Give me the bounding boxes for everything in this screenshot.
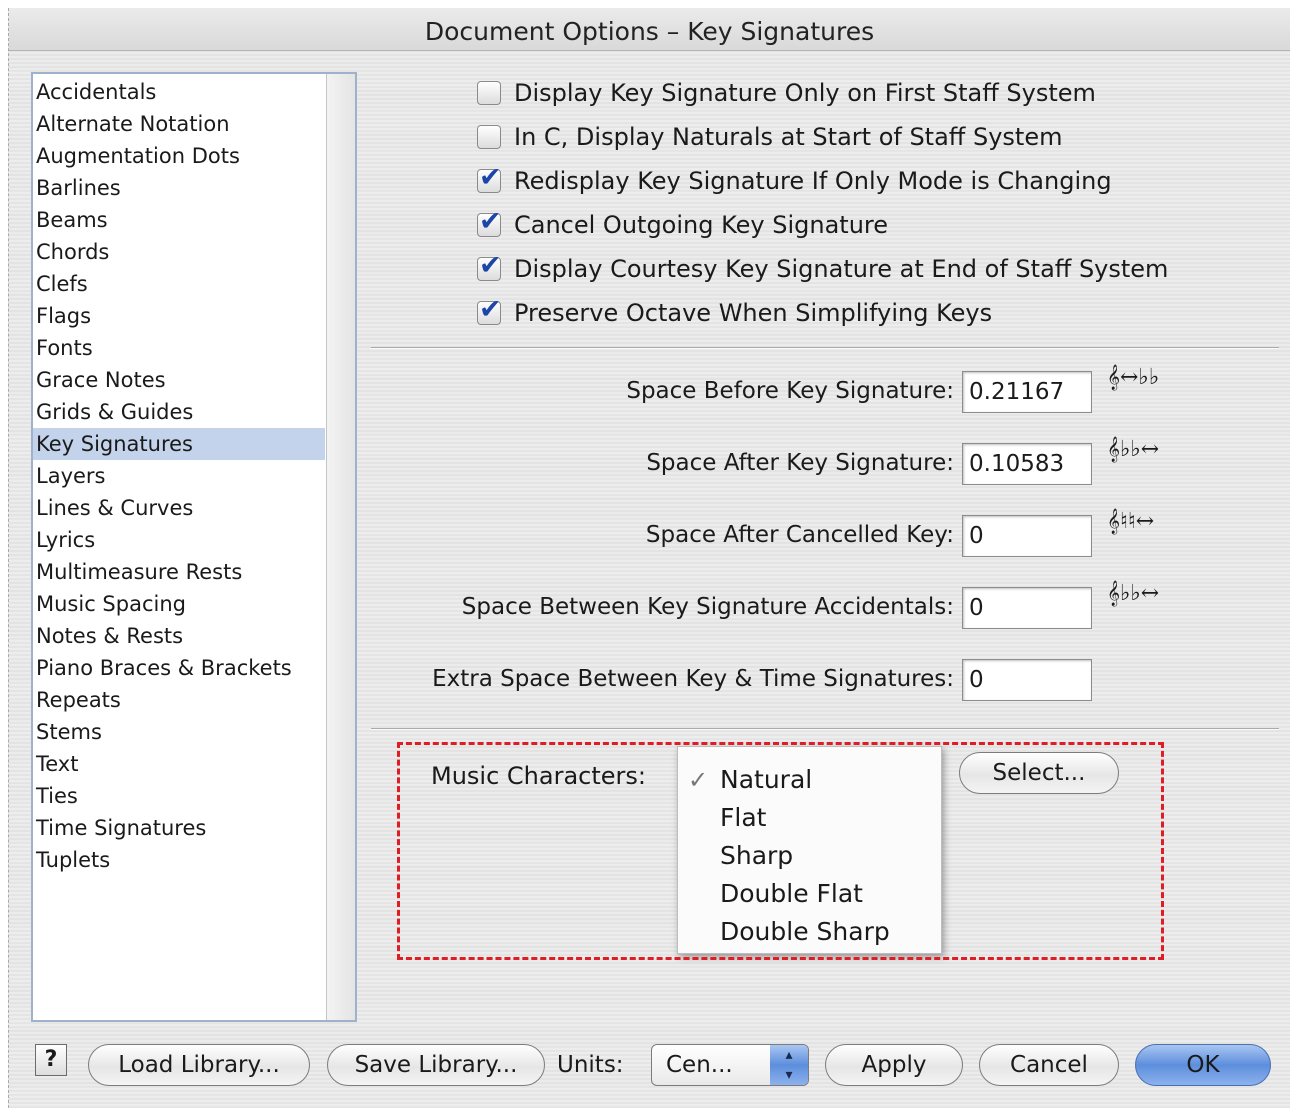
sidebar-item[interactable]: Chords	[33, 236, 325, 268]
sidebar-item[interactable]: Grids & Guides	[33, 396, 325, 428]
key-signature-spacing-icon: 𝄞♭♭↔	[1107, 437, 1160, 462]
sidebar-item[interactable]: Notes & Rests	[33, 620, 325, 652]
ok-button[interactable]: OK	[1135, 1044, 1271, 1086]
sidebar-item[interactable]: Music Spacing	[33, 588, 325, 620]
save-library-button[interactable]: Save Library...	[327, 1044, 545, 1086]
sidebar-item[interactable]: Barlines	[33, 172, 325, 204]
checkbox[interactable]	[477, 125, 501, 149]
spacing-field-label: Space After Key Signature:	[646, 450, 954, 476]
cancel-button[interactable]: Cancel	[979, 1044, 1119, 1086]
sidebar-item[interactable]: Augmentation Dots	[33, 140, 325, 172]
option-label: Display Key Signature Only on First Staf…	[514, 79, 1096, 107]
option-label: Preserve Octave When Simplifying Keys	[514, 299, 993, 327]
sidebar-item[interactable]: Fonts	[33, 332, 325, 364]
units-label: Units:	[557, 1052, 624, 1078]
spacing-field-label: Space Before Key Signature:	[626, 378, 954, 404]
sidebar-item[interactable]: Accidentals	[33, 76, 325, 108]
checkbox[interactable]	[477, 81, 501, 105]
sidebar-item[interactable]: Alternate Notation	[33, 108, 325, 140]
key-signature-spacing-icon: 𝄞↔♭♭	[1107, 365, 1160, 390]
sidebar-item[interactable]: Stems	[33, 716, 325, 748]
checkbox[interactable]	[477, 248, 502, 284]
spacing-field-input[interactable]: 0.10583	[962, 443, 1092, 485]
separator-top	[371, 347, 1279, 349]
document-options-window: Document Options – Key Signatures Accide…	[8, 8, 1290, 1108]
option-label: Cancel Outgoing Key Signature	[514, 211, 889, 239]
units-value: Cen...	[666, 1052, 733, 1078]
sidebar-item[interactable]: Beams	[33, 204, 325, 236]
updown-arrows-icon: ▴ ▾	[770, 1045, 808, 1085]
key-signature-spacing-icon: 𝄞♮♮↔	[1107, 509, 1155, 534]
window-title: Document Options – Key Signatures	[424, 17, 875, 46]
help-button[interactable]: ?	[35, 1044, 67, 1076]
checkbox[interactable]	[477, 292, 502, 328]
separator-bottom	[371, 728, 1279, 730]
category-list[interactable]: Accidentals Alternate Notation Augmentatio…	[31, 72, 357, 1022]
sidebar-item[interactable]: Text	[33, 748, 325, 780]
key-signature-spacing-icon: 𝄞♭♭↔	[1107, 581, 1160, 606]
spacing-field-input[interactable]: 0.21167	[962, 371, 1092, 413]
option-label: In C, Display Naturals at Start of Staff…	[514, 123, 1063, 151]
sidebar-item[interactable]: Flags	[33, 300, 325, 332]
spacing-field-label: Extra Space Between Key & Time Signature…	[432, 666, 954, 692]
units-select[interactable]: Cen... ▴ ▾	[651, 1044, 809, 1086]
sidebar-item[interactable]: Grace Notes	[33, 364, 325, 396]
checkbox[interactable]	[477, 204, 502, 240]
spacing-field-input[interactable]: 0	[962, 587, 1092, 629]
sidebar-item[interactable]: Multimeasure Rests	[33, 556, 325, 588]
sidebar-item[interactable]: Layers	[33, 460, 325, 492]
spacing-field-input[interactable]: 0	[962, 515, 1092, 557]
title-bar[interactable]: Document Options – Key Signatures	[9, 8, 1290, 51]
sidebar-item[interactable]: Piano Braces & Brackets	[33, 652, 325, 684]
highlight-box	[397, 742, 1164, 960]
sidebar-item[interactable]: Tuplets	[33, 844, 325, 876]
sidebar-item[interactable]: Clefs	[33, 268, 325, 300]
spacing-field-input[interactable]: 0	[962, 659, 1092, 701]
sidebar-item[interactable]: Lines & Curves	[33, 492, 325, 524]
sidebar-item[interactable]: Key Signatures	[33, 428, 325, 460]
apply-button[interactable]: Apply	[825, 1044, 963, 1086]
option-label: Redisplay Key Signature If Only Mode is …	[514, 167, 1112, 195]
sidebar-item[interactable]: Lyrics	[33, 524, 325, 556]
category-list-scrollbar[interactable]	[326, 74, 355, 1020]
option-label: Display Courtesy Key Signature at End of…	[514, 255, 1169, 283]
load-library-button[interactable]: Load Library...	[88, 1044, 310, 1086]
checkbox[interactable]	[477, 160, 502, 196]
spacing-field-label: Space Between Key Signature Accidentals:	[461, 594, 954, 620]
spacing-field-label: Space After Cancelled Key:	[645, 522, 954, 548]
sidebar-item[interactable]: Repeats	[33, 684, 325, 716]
sidebar-item[interactable]: Ties	[33, 780, 325, 812]
sidebar-item[interactable]: Time Signatures	[33, 812, 325, 844]
